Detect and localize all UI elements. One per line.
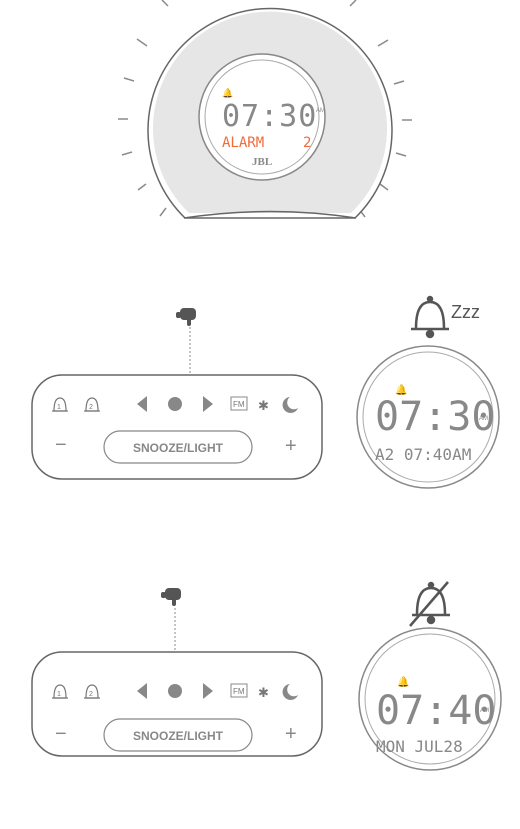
snooze-light-label-2: SNOOZE/LIGHT <box>133 729 224 743</box>
bluetooth-icon[interactable]: ✱ <box>258 685 269 700</box>
display-1-line2: A2 07:40AM <box>375 445 471 464</box>
svg-text:1: 1 <box>57 404 61 411</box>
alarm-bell-icon: 🔔 <box>222 88 233 99</box>
hand-pointer-icon <box>161 588 181 606</box>
display-2-time: 07:40 <box>376 688 496 734</box>
plus-button[interactable]: + <box>285 435 297 457</box>
display-2-line2: MON JUL28 <box>376 737 463 756</box>
minus-button[interactable]: − <box>55 434 67 456</box>
top-clock-time: 07:30 <box>222 99 317 134</box>
fm-label: FM <box>233 400 245 409</box>
control-panel-2: 1 2 FM ✱ − SNOOZE/LIGHT + <box>31 588 323 757</box>
snooze-light-label: SNOOZE/LIGHT <box>133 441 224 455</box>
top-clock-alarm-number: 2 <box>303 135 311 151</box>
top-clock-ampm: AM <box>316 108 325 114</box>
bluetooth-icon[interactable]: ✱ <box>258 398 269 413</box>
play-dot-icon[interactable] <box>168 684 182 698</box>
display-1-ampm: AM <box>479 416 488 422</box>
display-2-ampm: AM <box>480 708 489 714</box>
hand-pointer-icon <box>176 308 196 326</box>
svg-text:1: 1 <box>57 691 61 698</box>
play-dot-icon[interactable] <box>168 397 182 411</box>
fm-label-2: FM <box>233 687 245 696</box>
display-1: Zzz 🔔 07:30 AM A2 07:40AM <box>356 295 500 489</box>
control-panel-1: 1 2 FM ✱ − SNOOZE/LIGHT + <box>31 308 323 480</box>
jbl-logo: JBL <box>252 156 272 168</box>
svg-text:2: 2 <box>89 691 93 698</box>
bell-ringing-icon <box>411 295 449 339</box>
display-2: 🔔 07:40 AM MON JUL28 <box>358 581 502 771</box>
minus-button-2[interactable]: − <box>55 723 67 745</box>
display-2-alarm-mark: 🔔 <box>397 676 409 688</box>
svg-text:2: 2 <box>89 404 93 411</box>
top-clock-alarm-label: ALARM <box>222 135 264 151</box>
plus-button-2[interactable]: + <box>285 723 297 745</box>
bell-off-icon <box>409 581 450 627</box>
top-clock: 🔔 07:30 AM ALARM 2 JBL <box>118 0 412 219</box>
zzz-text: Zzz <box>451 302 480 322</box>
jbl-alarm-diagram: 🔔 07:30 AM ALARM 2 JBL 1 2 FM ✱ − SNOOZE… <box>31 0 502 771</box>
display-1-time: 07:30 <box>375 394 495 440</box>
